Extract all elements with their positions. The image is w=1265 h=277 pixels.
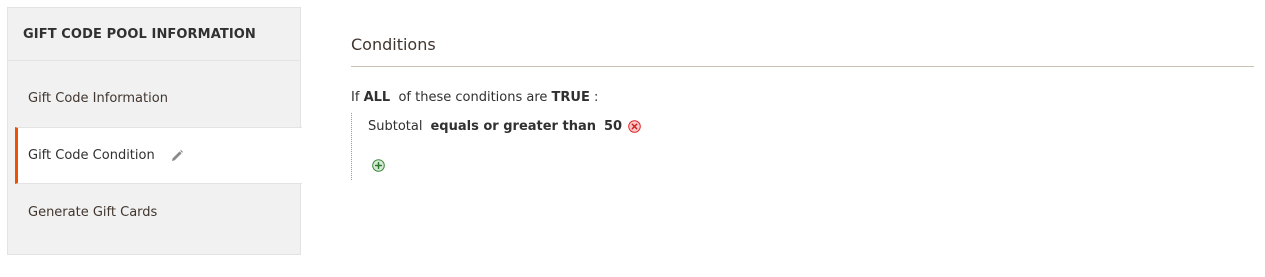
- condition-middle-text: of these conditions are: [398, 90, 548, 105]
- section-divider: [351, 66, 1254, 67]
- sidebar-title: GIFT CODE POOL INFORMATION: [8, 8, 300, 61]
- page: GIFT CODE POOL INFORMATION Gift Code Inf…: [0, 0, 1265, 277]
- sidebar-item-label: Gift Code Condition: [28, 148, 155, 163]
- sidebar-item-generate-gift-cards[interactable]: Generate Gift Cards: [8, 184, 302, 241]
- condition-value-input[interactable]: 50: [604, 119, 622, 134]
- condition-operator-select[interactable]: equals or greater than: [430, 119, 596, 134]
- condition-prefix: If: [351, 90, 360, 105]
- sidebar-item-gift-code-condition[interactable]: Gift Code Condition: [15, 127, 302, 184]
- condition-attribute: Subtotal: [368, 119, 423, 134]
- condition-row: Subtotal equals or greater than 50: [368, 119, 641, 134]
- aggregator-select[interactable]: ALL: [364, 90, 391, 105]
- pencil-icon: [169, 148, 185, 164]
- truth-value-select[interactable]: TRUE: [552, 90, 590, 105]
- sidebar: GIFT CODE POOL INFORMATION Gift Code Inf…: [7, 7, 302, 255]
- add-condition-icon[interactable]: [372, 159, 385, 172]
- conditions-section: Conditions If ALL of these conditions ar…: [351, 0, 1255, 277]
- condition-suffix: :: [594, 90, 599, 105]
- condition-header: If ALL of these conditions are TRUE :: [351, 90, 598, 105]
- conditions-list: Subtotal equals or greater than 50: [351, 113, 671, 180]
- remove-condition-icon[interactable]: [628, 120, 641, 133]
- sidebar-item-label: Generate Gift Cards: [28, 205, 158, 220]
- section-title: Conditions: [351, 35, 436, 54]
- sidebar-item-gift-code-information[interactable]: Gift Code Information: [8, 70, 302, 127]
- sidebar-item-label: Gift Code Information: [28, 91, 168, 106]
